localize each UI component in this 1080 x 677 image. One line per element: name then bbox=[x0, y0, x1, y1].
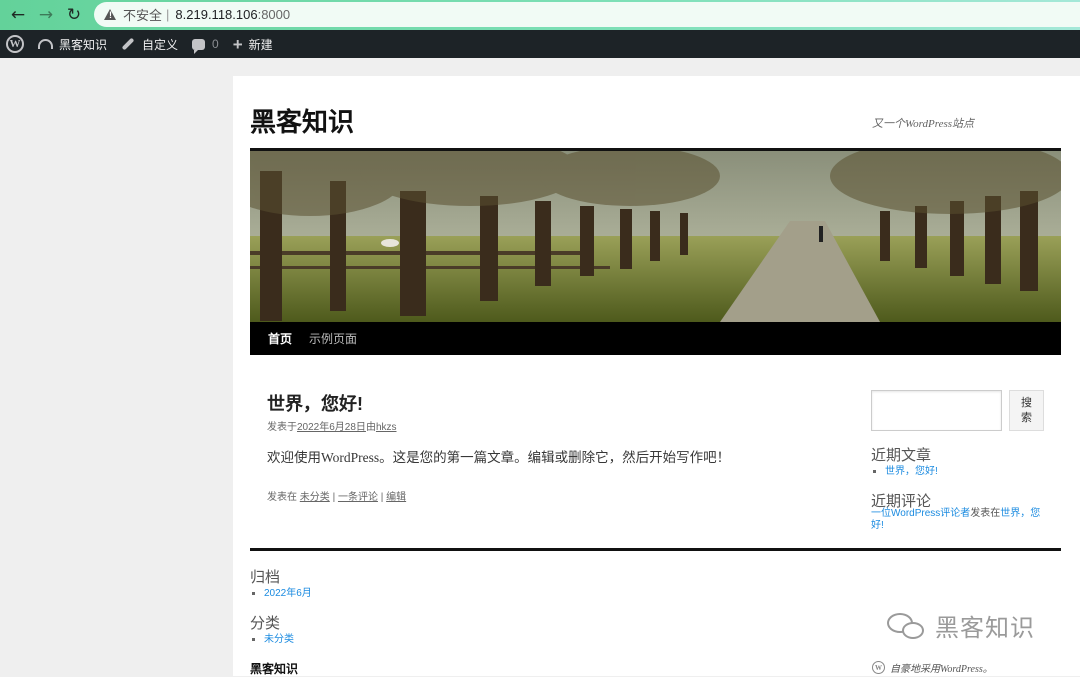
post-comment-link[interactable]: 一条评论 bbox=[338, 492, 378, 503]
post-meta: 发表于2022年6月28日由hkzs bbox=[267, 418, 397, 433]
new-content-button[interactable]: + 新建 bbox=[226, 30, 280, 58]
warning-icon[interactable] bbox=[104, 8, 117, 21]
post-category-link[interactable]: 未分类 bbox=[300, 492, 330, 503]
footer-divider bbox=[250, 548, 1061, 551]
insecure-label[interactable]: 不安全 bbox=[123, 5, 162, 24]
search-input[interactable] bbox=[871, 390, 1002, 431]
new-content-label: 新建 bbox=[248, 37, 273, 52]
footer-credit[interactable]: W 自豪地采用WordPress。 bbox=[872, 660, 993, 675]
archives-list: 2022年6月 bbox=[250, 584, 312, 599]
post-author-link[interactable]: hkzs bbox=[376, 422, 397, 433]
wordpress-small-icon: W bbox=[872, 661, 885, 674]
footer-site-name[interactable]: 黑客知识 bbox=[250, 660, 298, 677]
brush-icon bbox=[121, 37, 135, 51]
wp-admin-bar: W 黑客知识 自定义 0 + 新建 bbox=[0, 30, 1080, 58]
wechat-watermark: 黑客知识 bbox=[887, 608, 1035, 643]
comments-button[interactable]: 0 bbox=[185, 30, 226, 58]
main-nav: 首页 示例页面 bbox=[250, 322, 1061, 355]
recent-comment-item: 一位WordPress评论者发表在世界，您好! bbox=[871, 508, 1046, 532]
url-host: 8.219.118.106 bbox=[175, 7, 258, 22]
comment-icon bbox=[192, 38, 206, 54]
post-content: 欢迎使用WordPress。这是您的第一篇文章。编辑或删除它，然后开始写作吧！ bbox=[267, 450, 731, 465]
wechat-icon bbox=[887, 611, 927, 641]
wordpress-icon: W bbox=[6, 35, 24, 53]
post-title[interactable]: 世界，您好! bbox=[267, 390, 363, 416]
category-item[interactable]: 未分类 bbox=[264, 630, 294, 645]
nav-item-sample-page[interactable]: 示例页面 bbox=[309, 330, 357, 347]
site-page: 黑客知识 又一个WordPress站点 首页 示例页面 世界，您好! 发表于20… bbox=[233, 76, 1080, 676]
search-button-label: 搜索 bbox=[1021, 396, 1032, 424]
comments-count: 0 bbox=[212, 37, 219, 51]
admin-site-name-label: 黑客知识 bbox=[59, 37, 108, 52]
header-image[interactable] bbox=[250, 148, 1061, 322]
back-button[interactable]: ← bbox=[4, 1, 32, 29]
nav-item-home[interactable]: 首页 bbox=[268, 330, 292, 347]
categories-list: 未分类 bbox=[250, 630, 294, 645]
dashboard-icon bbox=[38, 39, 53, 49]
recent-posts-list: 世界，您好! bbox=[871, 462, 938, 477]
tree-lined-path-image bbox=[250, 151, 1061, 322]
post-date-link[interactable]: 2022年6月28日 bbox=[297, 422, 366, 433]
watermark-text: 黑客知识 bbox=[935, 615, 1035, 642]
address-bar[interactable]: 不安全 | 8.219.118.106:8000 bbox=[94, 2, 1080, 27]
url-separator: | bbox=[166, 7, 170, 22]
footer-credit-label: 自豪地采用WordPress。 bbox=[890, 664, 993, 675]
post-meta-by: 由 bbox=[365, 422, 376, 433]
search-button[interactable]: 搜索 bbox=[1009, 390, 1044, 431]
archive-item[interactable]: 2022年6月 bbox=[264, 584, 312, 599]
post-footer-pipe-2: | bbox=[380, 492, 384, 503]
post-footer: 发表在 未分类 | 一条评论 | 编辑 bbox=[267, 488, 406, 503]
post-footer-pipe-1: | bbox=[332, 492, 336, 503]
site-title[interactable]: 黑客知识 bbox=[250, 102, 354, 139]
plus-icon: + bbox=[232, 34, 243, 54]
post-edit-link[interactable]: 编辑 bbox=[386, 492, 406, 503]
comment-author-link[interactable]: 一位WordPress评论者 bbox=[871, 508, 970, 519]
wp-logo-menu[interactable]: W bbox=[0, 30, 31, 58]
customize-button[interactable]: 自定义 bbox=[114, 30, 185, 58]
customize-label: 自定义 bbox=[142, 37, 179, 52]
url-port: :8000 bbox=[257, 7, 291, 22]
recent-post-item[interactable]: 世界，您好! bbox=[885, 462, 938, 477]
post-meta-prefix: 发表于 bbox=[267, 422, 297, 433]
reload-button[interactable]: ↻ bbox=[60, 1, 88, 29]
admin-site-name[interactable]: 黑客知识 bbox=[31, 30, 114, 58]
post-footer-prefix: 发表在 bbox=[267, 492, 297, 503]
site-description: 又一个WordPress站点 bbox=[872, 118, 975, 130]
browser-toolbar: ← → ↻ 不安全 | 8.219.118.106:8000 bbox=[0, 0, 1080, 30]
forward-button[interactable]: → bbox=[32, 1, 60, 29]
comment-on-text: 发表在 bbox=[970, 508, 1001, 519]
